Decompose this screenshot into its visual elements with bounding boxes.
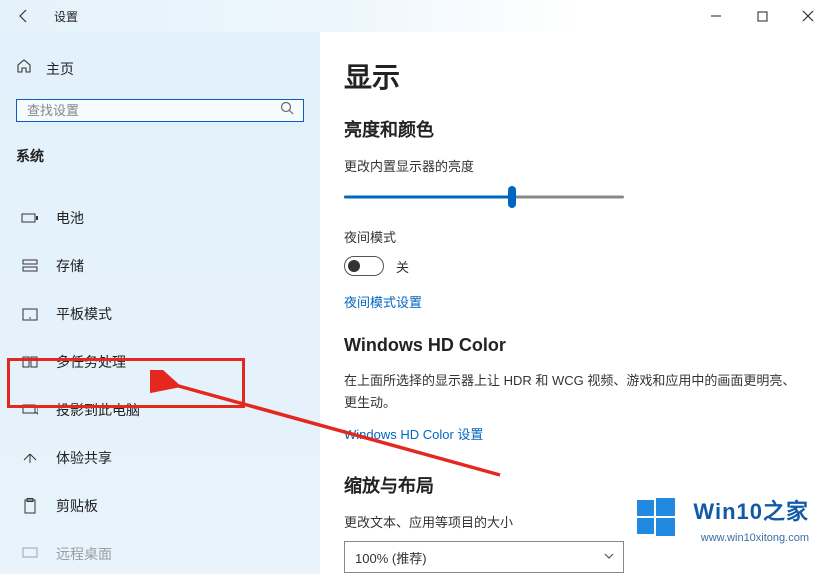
remote-icon	[20, 547, 40, 561]
home-icon	[16, 58, 32, 79]
sidebar-item-label: 投影到此电脑	[56, 400, 140, 420]
brightness-slider-thumb[interactable]	[508, 186, 516, 208]
watermark-url: www.win10xitong.com	[701, 532, 809, 544]
brightness-slider-fill	[344, 196, 512, 199]
sidebar-item-label: 剪贴板	[56, 496, 98, 516]
scale-combo-value: 100% (推荐)	[355, 548, 427, 567]
sidebar-item-shared-exp[interactable]: 体验共享	[16, 434, 304, 482]
sidebar-item-battery[interactable]: 电池	[16, 194, 304, 242]
scale-combo[interactable]: 100% (推荐)	[344, 541, 624, 573]
search-input-wrapper[interactable]	[16, 99, 304, 122]
content-pane: 显示 亮度和颜色 更改内置显示器的亮度 夜间模式 关 夜间模式设置 Window…	[320, 32, 831, 574]
tablet-icon	[20, 308, 40, 321]
sidebar-item-label: 远程桌面	[56, 544, 112, 564]
home-label: 主页	[46, 59, 74, 79]
hdcolor-settings-link[interactable]: Windows HD Color 设置	[344, 427, 483, 442]
night-light-toggle[interactable]	[344, 256, 384, 276]
brightness-slider-label: 更改内置显示器的亮度	[344, 156, 799, 175]
storage-icon	[20, 259, 40, 273]
sidebar-item-label: 存储	[56, 256, 84, 276]
sidebar-item-clipboard[interactable]: 剪贴板	[16, 482, 304, 530]
minimize-button[interactable]	[693, 0, 739, 32]
watermark-brand: Win10之家	[693, 494, 809, 526]
night-light-settings-link[interactable]: 夜间模式设置	[344, 292, 422, 311]
watermark-logo	[635, 496, 679, 540]
project-icon	[20, 403, 40, 417]
window-title: 设置	[48, 8, 78, 25]
sidebar-item-label: 电池	[56, 208, 84, 228]
page-title: 显示	[344, 56, 799, 96]
hdcolor-section-title: Windows HD Color	[344, 335, 799, 356]
sidebar-item-multitasking[interactable]: 多任务处理	[16, 338, 304, 386]
search-input[interactable]	[27, 103, 279, 118]
brightness-section-title: 亮度和颜色	[344, 116, 799, 142]
back-button[interactable]	[0, 0, 48, 32]
sidebar-item-label: 多任务处理	[56, 352, 126, 372]
multitasking-icon	[20, 355, 40, 369]
sidebar-item-storage[interactable]: 存储	[16, 242, 304, 290]
maximize-button[interactable]	[739, 0, 785, 32]
brightness-slider[interactable]	[344, 185, 624, 209]
sidebar-nav-list: 电池 存储 平板模式 多任务处理	[16, 194, 304, 578]
sidebar-item-project[interactable]: 投影到此电脑	[16, 386, 304, 434]
night-light-label: 夜间模式	[344, 227, 799, 246]
share-icon	[20, 451, 40, 465]
search-icon	[279, 100, 295, 121]
clipboard-icon	[20, 498, 40, 514]
close-button[interactable]	[785, 0, 831, 32]
sidebar-item-tablet-mode[interactable]: 平板模式	[16, 290, 304, 338]
sidebar: 主页 系统 电池 存储	[0, 32, 320, 574]
sidebar-group-system: 系统	[16, 146, 304, 166]
home-button[interactable]: 主页	[16, 56, 304, 81]
chevron-down-icon	[603, 550, 615, 565]
hdcolor-description: 在上面所选择的显示器上让 HDR 和 WCG 视频、游戏和应用中的画面更明亮、更…	[344, 370, 799, 414]
sidebar-item-label: 体验共享	[56, 448, 112, 468]
sidebar-item-remote-desktop[interactable]: 远程桌面	[16, 530, 304, 578]
night-light-state: 关	[396, 257, 409, 276]
battery-icon	[20, 212, 40, 224]
sidebar-item-label: 平板模式	[56, 304, 112, 324]
